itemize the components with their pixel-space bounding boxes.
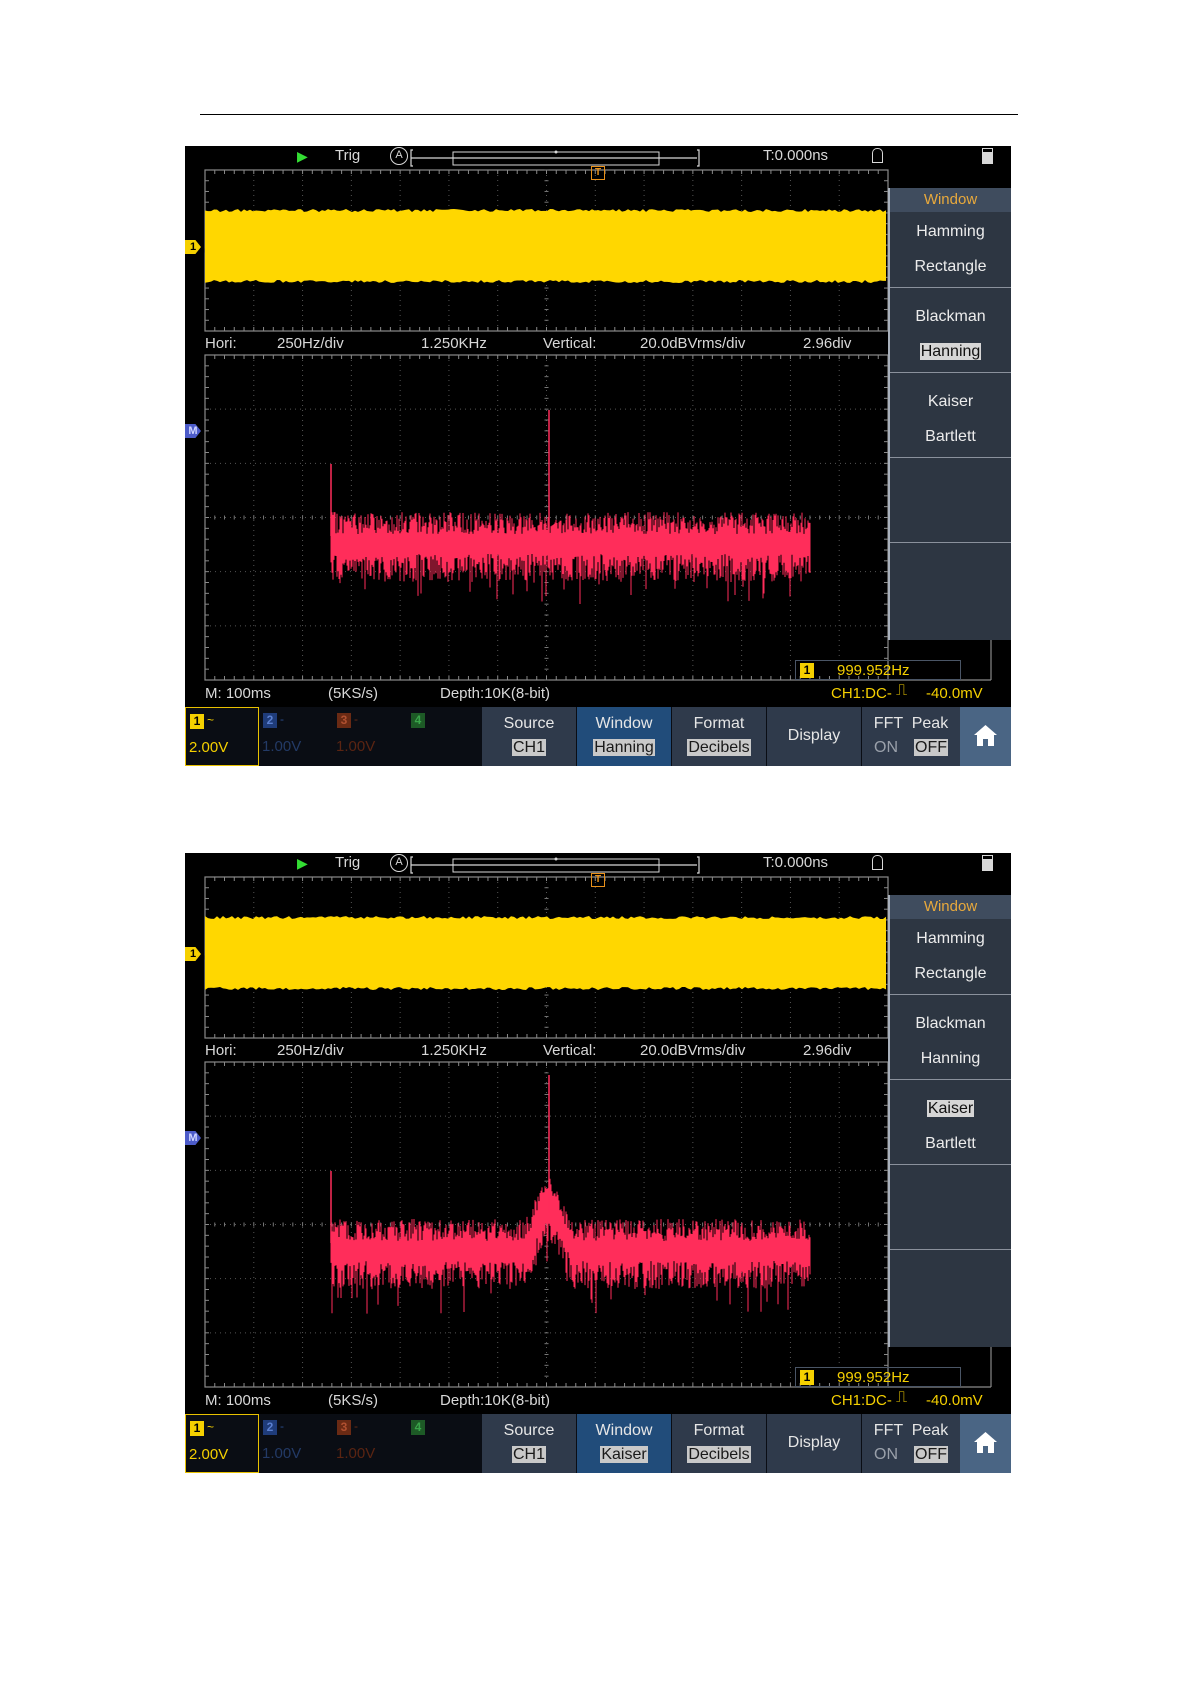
trigger-time: T:0.000ns	[763, 854, 829, 871]
source-button[interactable]: Source CH1	[481, 707, 576, 766]
run-state-icon: ▶	[297, 855, 308, 871]
fft-vert-position: 2.96div	[803, 335, 852, 352]
ch3-scale-box[interactable]: 3 - 1.00V	[333, 707, 407, 766]
trigger-position-marker[interactable]: T	[591, 873, 605, 887]
window-option-rectangle[interactable]: Rectangle	[890, 964, 1011, 984]
display-button[interactable]: Display	[766, 707, 861, 766]
bottom-bar: 1 ~ 2.00V 2 - 1.00V 3 - 1.00V 4 Source C…	[185, 707, 1011, 766]
freq-counter-channel: 1	[800, 1370, 814, 1385]
window-option-hanning[interactable]: Hanning	[890, 342, 1011, 362]
rising-edge-icon: ⎍	[896, 1389, 908, 1406]
ch4-scale-box[interactable]: 4	[407, 707, 481, 766]
window-option-rectangle[interactable]: Rectangle	[890, 257, 1011, 277]
window-option-hamming[interactable]: Hamming	[890, 222, 1011, 242]
memory-depth: Depth:10K(8-bit)	[440, 685, 551, 702]
fft-vert-scale: 20.0dBVrms/div	[640, 335, 746, 352]
display-button[interactable]: Display	[766, 1414, 861, 1473]
rising-edge-icon: ⎍	[896, 682, 908, 699]
trigger-position-marker[interactable]: T	[591, 166, 605, 180]
trigger-source: CH1:DC-	[831, 685, 892, 702]
fft-hori-center: 1.250KHz	[421, 1042, 487, 1059]
ch1-waveform-band	[205, 916, 886, 990]
fft-spectrum-trace	[330, 512, 811, 602]
home-icon	[974, 1432, 997, 1453]
fft-hori-center: 1.250KHz	[421, 335, 487, 352]
home-button[interactable]	[960, 1414, 1011, 1473]
fft-vert-position: 2.96div	[803, 1042, 852, 1059]
lock-shackle	[872, 148, 883, 155]
fft-hori-label: Hori:	[205, 1042, 237, 1059]
trigger-source: CH1:DC-	[831, 1392, 892, 1409]
ch2-scale-box[interactable]: 2 - 1.00V	[259, 707, 333, 766]
bottom-bar: 1 ~ 2.00V 2 - 1.00V 3 - 1.00V 4 Source C…	[185, 1414, 1011, 1473]
window-option-hanning[interactable]: Hanning	[890, 1049, 1011, 1069]
sample-rate: (5KS/s)	[328, 685, 379, 702]
trig-status: Trig	[335, 854, 361, 871]
ch1-waveform-band	[205, 209, 886, 283]
window-menu-title: Window	[890, 895, 1011, 919]
freq-counter-value: 999.952Hz	[837, 1369, 910, 1386]
memory-depth: Depth:10K(8-bit)	[440, 1392, 551, 1409]
home-button[interactable]	[960, 707, 1011, 766]
trig-status: Trig	[335, 147, 361, 164]
ch1-scale-box[interactable]: 1 ~ 2.00V	[185, 707, 259, 766]
freq-counter-value: 999.952Hz	[837, 662, 910, 679]
fft-vert-label: Vertical:	[543, 1042, 597, 1059]
fft-vert-scale: 20.0dBVrms/div	[640, 1042, 746, 1059]
ch3-scale-box[interactable]: 3 - 1.00V	[333, 1414, 407, 1473]
ch1-scale-box[interactable]: 1 ~ 2.00V	[185, 1414, 259, 1473]
window-button[interactable]: Window Hanning	[576, 707, 671, 766]
fft-peak-button[interactable]: FFT Peak ON OFF	[861, 1414, 960, 1473]
oscilloscope-screen-kaiser: ▶ Trig A T:0.000ns 1 M T Hori: 250Hz/div…	[185, 853, 1011, 1473]
fft-hori-scale: 250Hz/div	[277, 335, 344, 352]
window-option-hamming[interactable]: Hamming	[890, 929, 1011, 949]
home-icon	[974, 725, 997, 746]
header-rule	[200, 114, 1018, 115]
ch4-scale-box[interactable]: 4	[407, 1414, 481, 1473]
ch2-scale-box[interactable]: 2 - 1.00V	[259, 1414, 333, 1473]
lock-shackle	[872, 855, 883, 862]
frequency-counter: 1 999.952Hz	[795, 660, 961, 680]
window-option-blackman[interactable]: Blackman	[890, 1014, 1011, 1034]
trigger-level: -40.0mV	[926, 685, 983, 702]
trigger-level: -40.0mV	[926, 1392, 983, 1409]
fft-hori-scale: 250Hz/div	[277, 1042, 344, 1059]
window-menu-title: Window	[890, 188, 1011, 212]
window-option-bartlett[interactable]: Bartlett	[890, 427, 1011, 447]
window-menu: Window Hamming Rectangle Blackman Hannin…	[888, 188, 1011, 640]
auto-trigger-icon: A	[390, 147, 408, 165]
timebase: M: 100ms	[205, 1392, 271, 1409]
oscilloscope-screen-hanning: ▶ Trig A T:0.000ns 1 M T Hori: 250Hz/div…	[185, 146, 1011, 766]
window-menu: Window Hamming Rectangle Blackman Hannin…	[888, 895, 1011, 1347]
window-option-blackman[interactable]: Blackman	[890, 307, 1011, 327]
battery-icon	[982, 855, 993, 871]
frequency-counter: 1 999.952Hz	[795, 1367, 961, 1387]
fft-spectrum-trace	[330, 1176, 811, 1314]
fft-vert-label: Vertical:	[543, 335, 597, 352]
fft-peak-button[interactable]: FFT Peak ON OFF	[861, 707, 960, 766]
format-button[interactable]: Format Decibels	[671, 1414, 766, 1473]
source-button[interactable]: Source CH1	[481, 1414, 576, 1473]
format-button[interactable]: Format Decibels	[671, 707, 766, 766]
window-option-kaiser[interactable]: Kaiser	[890, 392, 1011, 412]
freq-counter-channel: 1	[800, 663, 814, 678]
run-state-icon: ▶	[297, 148, 308, 164]
window-option-bartlett[interactable]: Bartlett	[890, 1134, 1011, 1154]
trigger-time: T:0.000ns	[763, 147, 829, 164]
auto-trigger-icon: A	[390, 854, 408, 872]
fft-hori-label: Hori:	[205, 335, 237, 352]
battery-icon	[982, 148, 993, 164]
timebase: M: 100ms	[205, 685, 271, 702]
window-option-kaiser[interactable]: Kaiser	[890, 1099, 1011, 1119]
window-button[interactable]: Window Kaiser	[576, 1414, 671, 1473]
sample-rate: (5KS/s)	[328, 1392, 379, 1409]
